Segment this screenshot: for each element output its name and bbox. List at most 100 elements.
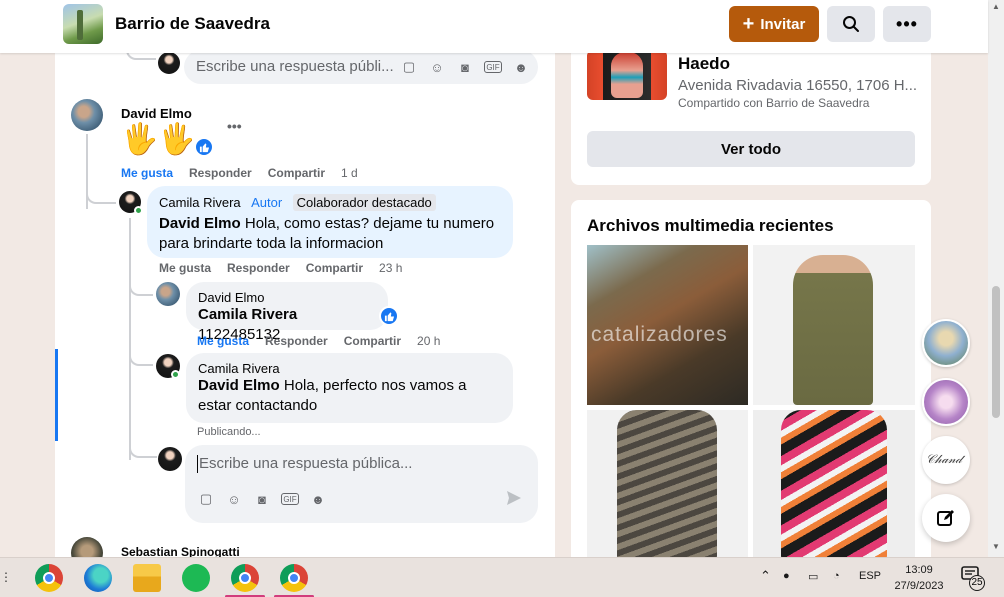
scrollbar-thumb[interactable] — [992, 286, 1000, 418]
image-watermark: catalizadores — [591, 323, 728, 346]
group-header: Barrio de Saavedra + Invitar ••• — [0, 0, 988, 53]
edge-icon[interactable] — [84, 564, 112, 592]
emoji-icon[interactable]: ☺ — [225, 490, 243, 508]
chrome-icon[interactable] — [35, 564, 63, 592]
share-button[interactable]: Compartir — [306, 261, 363, 275]
chrome-profile-icon[interactable] — [231, 564, 259, 592]
chat-head[interactable]: 𝒞𝒽𝒶𝓃𝒹 — [922, 436, 970, 484]
media-thumbnail[interactable] — [753, 245, 915, 405]
reply-button[interactable]: Responder — [189, 166, 252, 180]
new-message-button[interactable] — [922, 494, 970, 542]
send-button[interactable] — [505, 489, 523, 512]
avatar[interactable] — [71, 99, 103, 131]
thread-line — [129, 218, 131, 460]
camera-icon[interactable]: ◙ — [253, 490, 271, 508]
comment-author[interactable]: David Elmo — [121, 106, 192, 121]
system-clock[interactable]: 13:09 27/9/2023 — [891, 562, 947, 594]
chat-head-logo: 𝒞𝒽𝒶𝓃𝒹 — [926, 452, 962, 466]
search-button[interactable] — [827, 6, 875, 42]
spotify-icon[interactable] — [182, 564, 210, 592]
mention-link[interactable]: Camila Rivera — [198, 306, 297, 323]
scroll-up-arrow[interactable]: ▲ — [992, 2, 1000, 11]
file-explorer-icon[interactable] — [133, 564, 161, 592]
publishing-status: Publicando... — [197, 426, 261, 438]
see-all-button[interactable]: Ver todo — [587, 131, 915, 167]
sticker-comment-icon[interactable]: ▢ — [197, 490, 215, 508]
send-icon — [507, 491, 521, 505]
thumbs-up-icon — [199, 142, 209, 152]
comment-time[interactable]: 1 d — [341, 166, 358, 180]
reply-input[interactable]: Escribe una respuesta pública... — [197, 455, 413, 474]
online-indicator — [171, 370, 180, 379]
notification-center-button[interactable]: 25 — [961, 566, 985, 591]
sticker-icon[interactable]: ☻ — [512, 58, 530, 76]
media-thumbnail[interactable] — [753, 410, 915, 560]
mention-link[interactable]: David Elmo — [159, 215, 241, 232]
camera-icon[interactable]: ◙ — [456, 58, 474, 76]
new-reply-indicator — [55, 349, 58, 441]
media-thumbnail[interactable] — [587, 410, 748, 560]
avatar[interactable] — [158, 447, 182, 471]
event-title[interactable]: Haedo — [678, 54, 730, 74]
comment-bubble: David Elmo Camila Rivera 1122485132 — [186, 282, 388, 343]
reply-author[interactable]: Camila Rivera — [198, 361, 501, 376]
like-button[interactable]: Me gusta — [159, 261, 211, 275]
reply-time[interactable]: 20 h — [417, 334, 440, 348]
battery-icon[interactable]: ▭ — [808, 570, 818, 583]
wifi-icon[interactable]: ◔ — [833, 570, 840, 582]
more-icon: ••• — [896, 13, 918, 34]
event-card: Haedo Avenida Rivadavia 16550, 1706 H...… — [571, 40, 931, 185]
reply-button[interactable]: Responder — [265, 334, 328, 348]
like-reaction-badge[interactable] — [379, 306, 399, 326]
search-icon — [843, 16, 859, 32]
reply-composer-top[interactable]: Escribe una respuesta públi... ▢ ☺ ◙ GIF… — [184, 50, 538, 84]
chat-head[interactable] — [922, 319, 970, 367]
chat-head[interactable] — [922, 378, 970, 426]
reply-input-placeholder: Escribe una respuesta pública... — [199, 455, 413, 472]
clock-date: 27/9/2023 — [894, 580, 944, 592]
reply-button[interactable]: Responder — [227, 261, 290, 275]
reply-time[interactable]: 23 h — [379, 261, 402, 275]
dress-image — [793, 255, 873, 405]
event-poster-image — [611, 52, 643, 98]
emoji-icon[interactable]: ☺ — [428, 58, 446, 76]
gif-icon[interactable]: GIF — [484, 61, 502, 73]
like-button[interactable]: Me gusta — [121, 166, 173, 180]
group-title[interactable]: Barrio de Saavedra — [115, 14, 270, 34]
sticker-icon[interactable]: ☻ — [309, 490, 327, 508]
author-tag: Autor — [251, 195, 283, 210]
mention-link[interactable]: David Elmo — [198, 377, 280, 394]
comment-emoji: 🖐🖐 — [121, 123, 196, 156]
invite-button[interactable]: + Invitar — [729, 6, 819, 42]
share-button[interactable]: Compartir — [344, 334, 401, 348]
reply-input-top[interactable]: Escribe una respuesta públi... — [196, 58, 394, 75]
like-reaction-badge[interactable] — [194, 137, 214, 157]
comment-options-button[interactable]: ••• — [227, 118, 242, 134]
page-scrollbar[interactable]: ▲ ▼ — [988, 0, 1004, 557]
thread-connector — [129, 440, 157, 458]
recent-media-card: Archivos multimedia recientes catalizado… — [571, 200, 931, 570]
reply-author[interactable]: Camila Rivera — [159, 195, 241, 210]
reply-actions: Me gusta Responder Compartir 20 h — [197, 334, 440, 348]
media-thumbnail[interactable]: catalizadores — [587, 245, 748, 405]
event-shared-with: Compartido con Barrio de Saavedra — [678, 96, 870, 110]
sticker-comment-icon[interactable]: ▢ — [400, 58, 418, 76]
avatar[interactable] — [158, 52, 180, 74]
avatar[interactable] — [156, 282, 180, 306]
scroll-down-arrow[interactable]: ▼ — [992, 542, 1000, 551]
thread-connector — [86, 190, 116, 204]
event-thumbnail[interactable] — [587, 50, 667, 100]
group-cover-thumbnail[interactable] — [63, 4, 103, 44]
show-hidden-icons[interactable]: ⌃ — [760, 568, 771, 584]
share-button[interactable]: Compartir — [268, 166, 325, 180]
compose-icon — [937, 510, 954, 526]
gif-icon[interactable]: GIF — [281, 493, 299, 505]
taskview-icon[interactable]: ⋮ — [0, 570, 12, 584]
reply-author[interactable]: David Elmo — [198, 290, 376, 305]
more-options-button[interactable]: ••• — [883, 6, 931, 42]
like-button[interactable]: Me gusta — [197, 334, 249, 348]
reply-composer[interactable]: Escribe una respuesta pública... ▢ ☺ ◙ G… — [185, 445, 538, 523]
language-indicator[interactable]: ESP — [859, 570, 881, 582]
chrome-profile-icon[interactable] — [280, 564, 308, 592]
chrome-notification-icon[interactable]: ● — [783, 570, 790, 582]
